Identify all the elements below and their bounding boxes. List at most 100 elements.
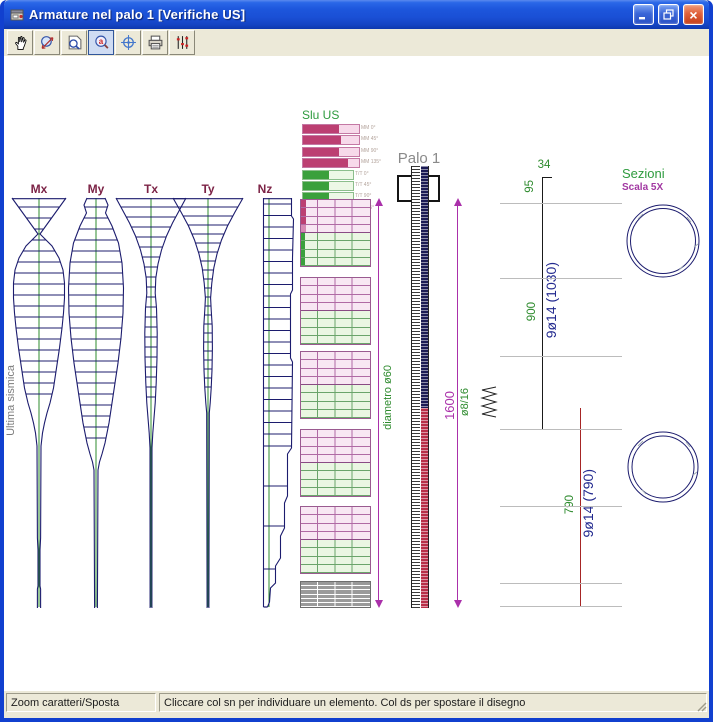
window-title: Armature nel palo 1 [Verifiche US] [29, 7, 629, 22]
table-row [301, 410, 370, 418]
table-row [301, 548, 370, 556]
table-row [301, 565, 370, 573]
table-row [301, 385, 370, 393]
table-row [301, 200, 370, 208]
table-row [301, 360, 370, 368]
legend-bar [303, 171, 329, 179]
legend-bar [303, 159, 348, 167]
reference-line [500, 278, 622, 279]
minimize-button[interactable] [633, 4, 654, 25]
table-row [301, 377, 370, 385]
arrow-up-icon [375, 198, 383, 206]
result-table[interactable] [300, 199, 371, 267]
reference-line [500, 356, 622, 357]
result-table[interactable] [300, 506, 371, 574]
row-accent [301, 208, 306, 215]
stirrup-spacing-label: ø8/16 [460, 388, 471, 416]
legend-label: MM 90° [361, 149, 378, 154]
table-row [301, 480, 370, 488]
section-circle-lower[interactable] [626, 428, 702, 506]
row-accent [301, 250, 305, 257]
table-row [301, 603, 370, 607]
dim-line-left [378, 202, 379, 604]
diagram-label-mx: Mx [24, 182, 54, 196]
stirrup-ladder [412, 166, 420, 608]
pile-shaft[interactable] [411, 166, 429, 608]
reference-line [500, 429, 622, 430]
arrow-up-icon [454, 198, 462, 206]
table-row [301, 303, 370, 311]
table-row [301, 540, 370, 548]
reference-line [500, 606, 622, 607]
table-row [301, 250, 370, 258]
reference-line [500, 203, 622, 204]
row-accent [301, 200, 306, 207]
title-bar[interactable]: Armature nel palo 1 [Verifiche US] × [4, 0, 709, 29]
close-button[interactable]: × [683, 4, 704, 25]
status-mode: Zoom caratteri/Sposta [6, 693, 156, 712]
upper-rebar-label: 9ø14 (1030) [544, 262, 558, 338]
force-diagram-nz[interactable] [262, 198, 302, 610]
legend-bar [303, 125, 339, 133]
app-window: Armature nel palo 1 [Verifiche US] × [0, 0, 713, 722]
row-accent [301, 233, 305, 240]
table-row [301, 463, 370, 471]
maximize-button[interactable] [658, 4, 679, 25]
legend-row: MM 90° [302, 147, 360, 157]
lower-rebar-label: 9ø14 (790) [581, 469, 595, 537]
soil-spring-icon [479, 386, 498, 419]
table-row [301, 258, 370, 266]
table-row [301, 311, 370, 319]
table-row [301, 319, 370, 327]
table-row [301, 430, 370, 438]
table-row [301, 471, 370, 479]
dim-lower-span: 790 [565, 495, 577, 514]
table-row [301, 295, 370, 303]
legend-row: T/T 45° [302, 181, 354, 191]
reference-line [500, 506, 622, 507]
legend-row: T/T 0° [302, 170, 354, 180]
force-diagram-mx[interactable] [9, 198, 69, 610]
print-icon[interactable] [142, 30, 168, 55]
table-row [301, 352, 370, 360]
diagram-options-icon[interactable] [169, 30, 195, 55]
arrow-down-icon [375, 600, 383, 608]
pan-hand-icon[interactable] [7, 30, 33, 55]
center-view-icon[interactable] [115, 30, 141, 55]
resize-grip-icon[interactable] [695, 700, 708, 713]
dim-cap: 95 [525, 180, 537, 193]
table-row [301, 208, 370, 216]
table-row [301, 278, 370, 286]
zoom-characters-icon[interactable]: a [88, 30, 114, 55]
zoom-window-icon[interactable] [61, 30, 87, 55]
table-row [301, 557, 370, 565]
reference-line [500, 583, 622, 584]
result-table-disabled[interactable] [300, 581, 371, 608]
result-table[interactable] [300, 429, 371, 497]
drawing-canvas[interactable]: Ultima sismica Mx My Tx Ty Nz Slu US MM … [4, 56, 709, 691]
legend-label: T/T 45° [355, 183, 371, 188]
table-row [301, 241, 370, 249]
table-row [301, 336, 370, 344]
diagram-label-my: My [81, 182, 111, 196]
row-accent [301, 241, 305, 248]
table-row [301, 524, 370, 532]
app-icon [9, 7, 25, 23]
section-circle-upper[interactable] [624, 202, 702, 280]
table-row [301, 369, 370, 377]
pile-diameter-label: diametro ø60 [383, 365, 394, 430]
sections-title: Sezioni [622, 166, 665, 181]
legend-row: MM 135° [302, 158, 360, 168]
table-row [301, 488, 370, 496]
rebar-upper-zone [421, 166, 428, 408]
result-table[interactable] [300, 277, 371, 345]
table-row [301, 515, 370, 523]
result-table[interactable] [300, 351, 371, 419]
legend-label: MM 135° [361, 160, 381, 165]
dim-top: 34 [533, 159, 555, 171]
dim-line-right [457, 202, 458, 604]
zoom-dynamic-icon[interactable] [34, 30, 60, 55]
legend-label: T/T 0° [355, 172, 369, 177]
force-diagram-ty[interactable] [172, 198, 244, 610]
legend-row: MM 45° [302, 135, 360, 145]
